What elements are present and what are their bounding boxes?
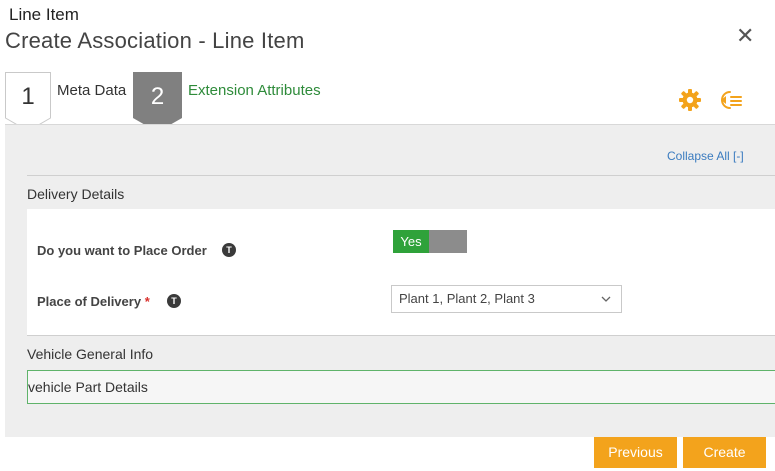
divider — [27, 335, 775, 336]
close-button[interactable]: ✕ — [736, 25, 754, 47]
section-body-delivery-details — [27, 209, 775, 335]
place-order-toggle[interactable]: Yes — [393, 230, 467, 253]
place-order-label: Do you want to Place Order — [37, 243, 207, 258]
place-of-delivery-value: Plant 1, Plant 2, Plant 3 — [399, 291, 535, 306]
section-header-vehicle-general-info[interactable]: Vehicle General Info — [27, 346, 153, 362]
place-of-delivery-select[interactable]: Plant 1, Plant 2, Plant 3 — [391, 285, 622, 313]
divider — [27, 175, 775, 176]
chevron-down-icon — [601, 296, 611, 302]
create-button[interactable]: Create — [683, 437, 766, 468]
tooltip-icon[interactable]: T — [167, 294, 181, 308]
modal-title: Create Association - Line Item — [5, 28, 305, 53]
step-1-number: 1 — [21, 83, 34, 110]
toggle-yes: Yes — [393, 230, 429, 253]
step-2-badge[interactable]: 2 — [133, 72, 182, 132]
previous-button[interactable]: Previous — [594, 437, 677, 468]
place-order-label-text: Do you want to Place Order — [37, 243, 207, 258]
place-of-delivery-label: Place of Delivery * — [37, 294, 150, 309]
section-header-delivery-details[interactable]: Delivery Details — [27, 186, 124, 202]
section-header-vehicle-part-details[interactable]: vehicle Part Details — [27, 370, 775, 404]
step-2-number: 2 — [151, 83, 164, 110]
step-1-badge[interactable]: 1 — [5, 72, 51, 132]
place-of-delivery-label-text: Place of Delivery — [37, 294, 142, 309]
step-2-label[interactable]: Extension Attributes — [188, 82, 321, 99]
entity-type-label: Line Item — [9, 5, 79, 24]
section-title: vehicle Part Details — [28, 379, 148, 395]
collapse-all-link[interactable]: Collapse All [-] — [667, 149, 744, 163]
step-1-label[interactable]: Meta Data — [57, 82, 126, 99]
required-marker: * — [144, 294, 150, 309]
gear-icon[interactable] — [678, 88, 702, 112]
collapse-rows-icon[interactable] — [719, 88, 743, 112]
close-icon: ✕ — [736, 23, 755, 48]
toggle-handle — [429, 230, 467, 253]
tooltip-icon[interactable]: T — [222, 243, 236, 257]
